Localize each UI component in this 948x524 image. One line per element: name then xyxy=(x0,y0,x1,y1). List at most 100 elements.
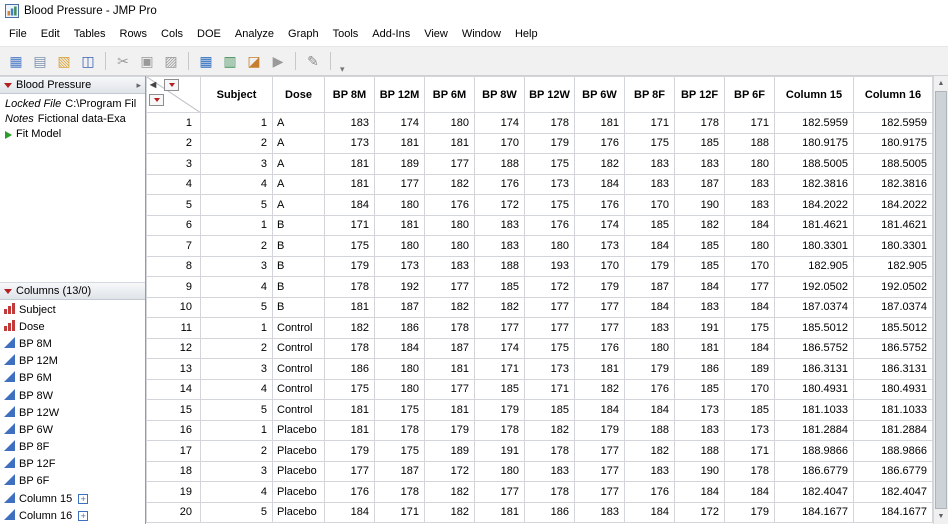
cell-bp-8f[interactable]: 184 xyxy=(624,296,675,318)
row-number[interactable]: 18 xyxy=(146,460,201,482)
menu-item-file[interactable]: File xyxy=(2,25,34,43)
cell-subject[interactable]: 4 xyxy=(200,276,273,298)
row-number[interactable]: 4 xyxy=(146,173,201,195)
cell-bp-6m[interactable]: 181 xyxy=(424,399,475,421)
menu-item-help[interactable]: Help xyxy=(508,25,545,43)
cell-bp-8w[interactable]: 171 xyxy=(474,358,525,380)
cell-bp-8m[interactable]: 181 xyxy=(324,296,375,318)
cell-bp-12m[interactable]: 171 xyxy=(374,501,425,523)
cell-bp-12f[interactable]: 186 xyxy=(674,358,725,380)
row-number[interactable]: 8 xyxy=(146,255,201,277)
cell-bp-8m[interactable]: 171 xyxy=(324,214,375,236)
cell-column-16[interactable]: 181.2884 xyxy=(853,419,933,441)
cell-bp-12w[interactable]: 173 xyxy=(524,358,575,380)
cell-bp-6w[interactable]: 176 xyxy=(574,194,625,216)
cell-bp-12f[interactable]: 190 xyxy=(674,194,725,216)
cell-bp-6m[interactable]: 183 xyxy=(424,255,475,277)
row-number[interactable]: 17 xyxy=(146,440,201,462)
cell-bp-8f[interactable]: 179 xyxy=(624,255,675,277)
cell-bp-6f[interactable]: 184 xyxy=(724,296,775,318)
menu-item-graph[interactable]: Graph xyxy=(281,25,326,43)
menu-item-doe[interactable]: DOE xyxy=(190,25,228,43)
cell-bp-12m[interactable]: 178 xyxy=(374,481,425,503)
cell-column-15[interactable]: 186.6779 xyxy=(774,460,854,482)
cell-bp-12m[interactable]: 180 xyxy=(374,235,425,257)
cell-bp-6w[interactable]: 177 xyxy=(574,317,625,339)
cell-bp-6w[interactable]: 177 xyxy=(574,440,625,462)
graph-builder-button[interactable]: ◪ xyxy=(243,50,265,72)
cell-bp-8f[interactable]: 183 xyxy=(624,153,675,175)
cell-subject[interactable]: 1 xyxy=(200,317,273,339)
cell-bp-12w[interactable]: 178 xyxy=(524,440,575,462)
cell-bp-6w[interactable]: 174 xyxy=(574,214,625,236)
cell-column-15[interactable]: 182.4047 xyxy=(774,481,854,503)
cell-bp-12m[interactable]: 187 xyxy=(374,460,425,482)
cell-bp-6f[interactable]: 175 xyxy=(724,317,775,339)
cell-bp-6w[interactable]: 176 xyxy=(574,337,625,359)
row-number[interactable]: 9 xyxy=(146,276,201,298)
column-item-bp-6f[interactable]: BP 6F xyxy=(0,473,145,490)
column-item-bp-6m[interactable]: BP 6M xyxy=(0,370,145,387)
rows-menu-button[interactable] xyxy=(149,94,164,106)
column-header-subject[interactable]: Subject xyxy=(200,76,273,113)
cell-bp-6f[interactable]: 184 xyxy=(724,214,775,236)
cell-bp-6f[interactable]: 177 xyxy=(724,276,775,298)
cell-bp-12m[interactable]: 175 xyxy=(374,399,425,421)
menu-item-view[interactable]: View xyxy=(417,25,455,43)
cell-column-15[interactable]: 187.0374 xyxy=(774,296,854,318)
paste-button[interactable]: ▨ xyxy=(160,50,182,72)
cell-bp-12w[interactable]: 175 xyxy=(524,337,575,359)
cell-bp-8w[interactable]: 183 xyxy=(474,235,525,257)
cell-bp-12w[interactable]: 183 xyxy=(524,460,575,482)
cell-bp-12w[interactable]: 178 xyxy=(524,112,575,134)
cell-subject[interactable]: 1 xyxy=(200,214,273,236)
cell-bp-8w[interactable]: 180 xyxy=(474,460,525,482)
cell-bp-6m[interactable]: 172 xyxy=(424,460,475,482)
cell-dose[interactable]: Placebo xyxy=(272,419,325,441)
cell-bp-6f[interactable]: 178 xyxy=(724,460,775,482)
cell-dose[interactable]: A xyxy=(272,132,325,154)
cell-bp-12w[interactable]: 175 xyxy=(524,194,575,216)
cell-bp-12m[interactable]: 186 xyxy=(374,317,425,339)
row-number[interactable]: 7 xyxy=(146,235,201,257)
cell-subject[interactable]: 4 xyxy=(200,378,273,400)
row-number[interactable]: 19 xyxy=(146,481,201,503)
cell-column-15[interactable]: 184.1677 xyxy=(774,501,854,523)
cell-column-15[interactable]: 184.2022 xyxy=(774,194,854,216)
cell-bp-6f[interactable]: 179 xyxy=(724,501,775,523)
cell-bp-6w[interactable]: 179 xyxy=(574,419,625,441)
cell-column-15[interactable]: 180.4931 xyxy=(774,378,854,400)
cell-dose[interactable]: B xyxy=(272,214,325,236)
cell-bp-12f[interactable]: 185 xyxy=(674,132,725,154)
cell-column-16[interactable]: 180.9175 xyxy=(853,132,933,154)
cell-bp-12m[interactable]: 181 xyxy=(374,132,425,154)
toolbar-overflow-chevron-icon[interactable]: ▾ xyxy=(337,64,348,75)
cell-column-15[interactable]: 182.5959 xyxy=(774,112,854,134)
cell-bp-6w[interactable]: 176 xyxy=(574,132,625,154)
cell-bp-6w[interactable]: 170 xyxy=(574,255,625,277)
column-header-bp-12f[interactable]: BP 12F xyxy=(674,76,725,113)
cell-bp-8m[interactable]: 181 xyxy=(324,173,375,195)
column-header-dose[interactable]: Dose xyxy=(272,76,325,113)
cell-subject[interactable]: 3 xyxy=(200,460,273,482)
cell-bp-8w[interactable]: 182 xyxy=(474,296,525,318)
column-item-bp-8w[interactable]: BP 8W xyxy=(0,387,145,404)
cell-dose[interactable]: B xyxy=(272,296,325,318)
cell-bp-6w[interactable]: 182 xyxy=(574,378,625,400)
cell-bp-12w[interactable]: 180 xyxy=(524,235,575,257)
cell-bp-6m[interactable]: 178 xyxy=(424,317,475,339)
cell-bp-12m[interactable]: 187 xyxy=(374,296,425,318)
cell-bp-6f[interactable]: 180 xyxy=(724,235,775,257)
menu-item-cols[interactable]: Cols xyxy=(154,25,190,43)
cell-bp-8m[interactable]: 179 xyxy=(324,440,375,462)
cell-bp-8m[interactable]: 173 xyxy=(324,132,375,154)
cell-bp-6w[interactable]: 182 xyxy=(574,153,625,175)
column-header-column-16[interactable]: Column 16 xyxy=(853,76,933,113)
cell-bp-6m[interactable]: 181 xyxy=(424,358,475,380)
cell-bp-8m[interactable]: 176 xyxy=(324,481,375,503)
cell-bp-12m[interactable]: 184 xyxy=(374,337,425,359)
cell-bp-12m[interactable]: 181 xyxy=(374,214,425,236)
cell-bp-6m[interactable]: 181 xyxy=(424,132,475,154)
column-item-subject[interactable]: Subject xyxy=(0,301,145,318)
cell-bp-6w[interactable]: 179 xyxy=(574,276,625,298)
